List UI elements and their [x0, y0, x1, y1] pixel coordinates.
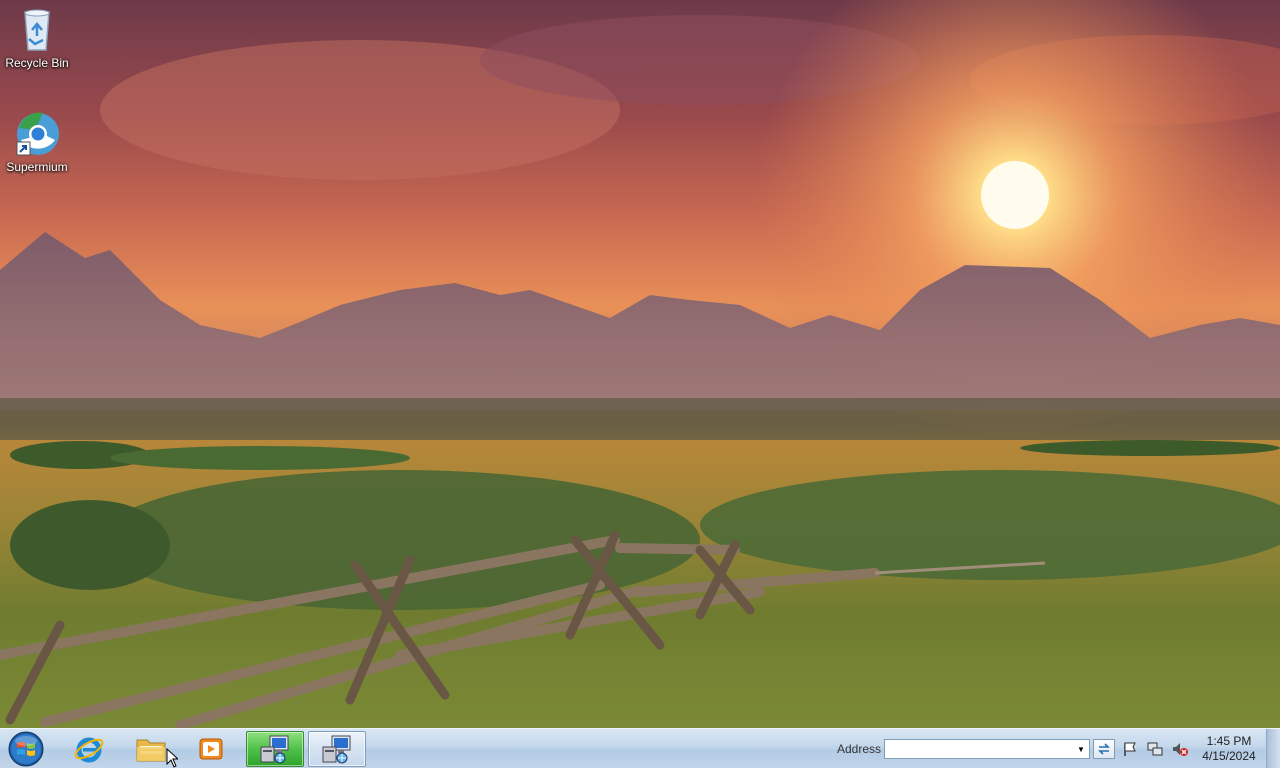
desktop-icon-supermium[interactable]: Supermium	[0, 110, 74, 174]
media-player-icon	[199, 738, 223, 760]
start-button[interactable]	[4, 731, 48, 767]
taskbar-computer-app-button-active[interactable]	[246, 731, 304, 767]
chevron-down-icon[interactable]: ▼	[1073, 740, 1089, 758]
wallpaper-landscape	[0, 0, 1280, 728]
taskbar-media-player-button[interactable]	[182, 731, 240, 767]
show-desktop-button[interactable]	[1266, 729, 1280, 768]
taskbar-internet-explorer-button[interactable]	[60, 731, 118, 767]
computer-network-icon	[260, 735, 289, 764]
desktop-icon-label: Recycle Bin	[5, 56, 69, 70]
refresh-arrows-icon	[1098, 743, 1110, 755]
taskbar: Address ▼ 1:45 PM 4/15/2024	[0, 728, 1280, 768]
folder-icon	[136, 739, 166, 762]
windows-start-orb-icon	[8, 731, 44, 767]
internet-explorer-icon	[74, 737, 104, 763]
desktop-icon-label: Supermium	[6, 160, 68, 174]
address-toolbar-label: Address	[837, 742, 882, 756]
address-go-button[interactable]	[1093, 739, 1115, 759]
flag-icon[interactable]	[1122, 741, 1138, 757]
system-clock[interactable]: 1:45 PM 4/15/2024	[1196, 734, 1262, 764]
mouse-cursor-icon	[166, 748, 178, 768]
clock-date: 4/15/2024	[1202, 749, 1256, 763]
speaker-muted-icon[interactable]	[1172, 741, 1188, 757]
address-input[interactable]	[885, 740, 1073, 758]
address-input-box[interactable]: ▼	[884, 739, 1090, 759]
recycle-bin-icon	[13, 6, 61, 54]
desktop: Recycle Bin Supermium	[0, 0, 1280, 728]
supermium-browser-icon	[13, 110, 61, 158]
computer-network-icon	[322, 735, 351, 764]
clock-time: 1:45 PM	[1206, 734, 1252, 748]
taskbar-computer-app-button[interactable]	[308, 731, 366, 767]
network-icon[interactable]	[1147, 741, 1163, 757]
desktop-icon-recycle-bin[interactable]: Recycle Bin	[0, 6, 74, 70]
